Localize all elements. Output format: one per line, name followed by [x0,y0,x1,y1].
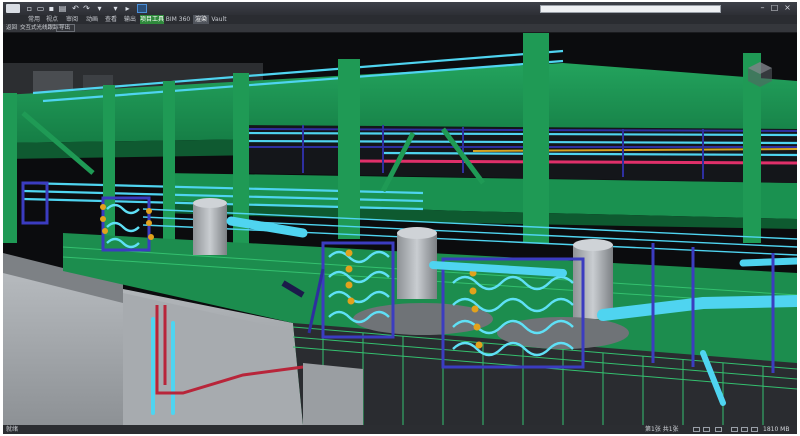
layers-icon[interactable] [751,427,758,432]
render-toolbar: 返回 交互式光线跟踪 导出 [3,24,797,33]
application-menu-icon[interactable] [6,4,20,13]
grid-icon[interactable] [741,427,748,432]
plant-model-scene [3,33,797,425]
refresh-icon[interactable]: ▾ [95,4,104,13]
tab-home[interactable]: 常用 [25,15,43,24]
redo-icon[interactable]: ↷ [82,4,91,13]
first-page-icon[interactable] [693,427,700,432]
select-tool-button[interactable] [137,4,147,13]
tab-view[interactable]: 查看 [102,15,120,24]
search-input[interactable] [540,5,721,13]
tab-review[interactable]: 审阅 [63,15,81,24]
status-bar: 就绪 第1张 共1张 1810 MB [3,425,797,434]
tab-animation[interactable]: 动画 [83,15,101,24]
tab-item-tools[interactable]: 项目工具 [140,15,164,24]
select-icon[interactable]: ▸ [123,4,132,13]
close-icon[interactable]: × [782,3,793,13]
page-indicator: 第1张 共1张 [645,426,679,433]
3d-viewport[interactable] [3,33,797,425]
minimize-icon[interactable]: – [757,3,768,13]
memory-usage: 1810 MB [763,426,790,433]
maximize-icon[interactable]: □ [769,3,780,13]
interactive-ray-trace-button[interactable]: 交互式光线跟踪 [20,24,59,32]
pencil-icon[interactable] [731,427,738,432]
tab-output[interactable]: 输出 [121,15,139,24]
viewcube-icon[interactable] [745,59,775,89]
next-page-icon[interactable] [703,427,710,432]
ribbon-tabs: 常用 视点 审阅 动画 查看 输出 项目工具 BIM 360 渲染 Vault [3,15,797,24]
save-icon[interactable]: ▪ [47,4,56,13]
undo-icon[interactable]: ↶ [71,4,80,13]
back-button[interactable]: 返回 [6,24,17,32]
print-icon[interactable]: ▤ [58,4,67,13]
title-bar: ▫ ▭ ▪ ▤ ↶ ↷ ▾ ▾ ▸ – □ × [3,2,797,15]
navisworks-window: ▫ ▭ ▪ ▤ ↶ ↷ ▾ ▾ ▸ – □ × 常用 视点 审阅 动画 查看 输… [3,2,797,434]
open-icon[interactable]: ▭ [36,4,45,13]
quick-access-dropdown-icon[interactable]: ▾ [111,4,120,13]
tab-viewpoint[interactable]: 视点 [43,15,61,24]
tab-bim360[interactable]: BIM 360 [165,15,191,24]
last-page-icon[interactable] [715,427,722,432]
tab-render[interactable]: 渲染 [193,15,209,24]
tab-vault[interactable]: Vault [210,15,228,24]
export-button[interactable]: 导出 [59,24,70,32]
status-ready-text: 就绪 [6,426,19,433]
new-icon[interactable]: ▫ [25,4,34,13]
